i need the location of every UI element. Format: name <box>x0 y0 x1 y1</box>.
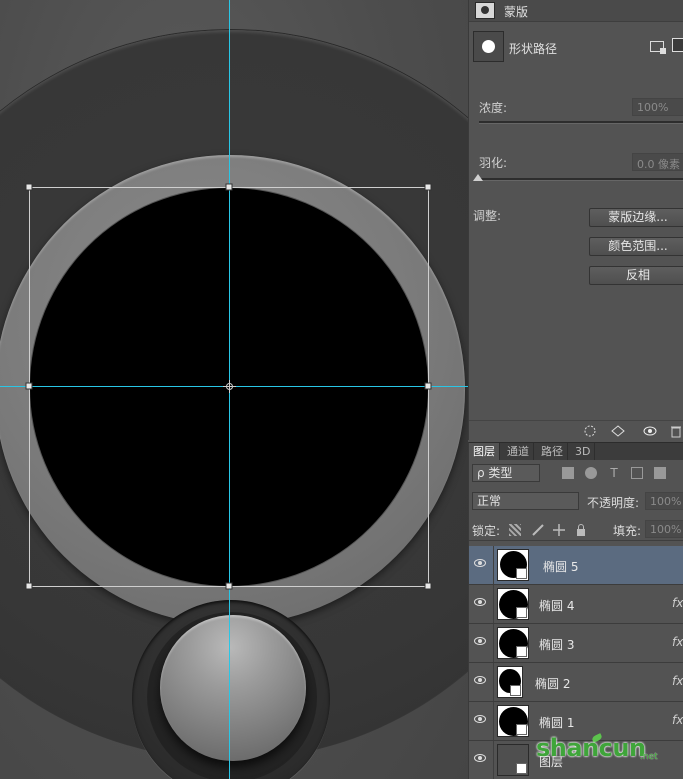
layer-thumbnail <box>497 666 523 698</box>
density-label: 浓度: <box>479 101 508 115</box>
transform-handle <box>424 183 432 191</box>
transform-handle <box>424 582 432 590</box>
eye-icon[interactable] <box>474 715 486 723</box>
color-range-button[interactable]: 颜色范围... <box>589 237 683 256</box>
mask-edge-button[interactable]: 蒙版边缘... <box>589 208 683 227</box>
layer-filter-row: ρ 类型 T <box>469 463 683 485</box>
layers-tabbar: 图层 通道 路径 3D <box>469 443 683 460</box>
transform-handle <box>225 582 233 590</box>
layer-row[interactable]: 椭圆 3 fx <box>469 624 683 663</box>
shape-filter-icon[interactable] <box>631 467 643 479</box>
adjust-label: 调整: <box>473 209 502 223</box>
fill-label: 填充: <box>613 524 642 538</box>
layer-thumbnail <box>497 588 529 620</box>
density-field[interactable]: 100% <box>632 98 683 116</box>
eye-icon[interactable] <box>474 559 486 567</box>
layer-row[interactable]: 椭圆 4 fx <box>469 585 683 624</box>
fx-badge[interactable]: fx <box>672 713 683 727</box>
mask-header: 蒙版 <box>469 0 683 22</box>
layer-name: 椭圆 4 <box>539 599 575 613</box>
transform-handle <box>424 382 432 390</box>
eye-icon[interactable] <box>474 598 486 606</box>
tab-layers[interactable]: 图层 <box>469 443 500 460</box>
load-selection-icon[interactable] <box>611 424 625 438</box>
watermark-suffix: .net <box>640 752 658 762</box>
layer-name: 椭圆 5 <box>543 560 579 574</box>
transform-center-crosshair <box>223 380 236 393</box>
layer-row[interactable]: 椭圆 5 <box>469 546 683 585</box>
eye-icon[interactable] <box>474 754 486 762</box>
lock-label: 锁定: <box>472 524 501 538</box>
fx-badge[interactable]: fx <box>672 635 683 649</box>
smart-object-filter-icon[interactable] <box>654 467 666 479</box>
opacity-field[interactable]: 100% <box>645 492 683 510</box>
layer-name: 椭圆 2 <box>535 677 571 691</box>
vector-mask-icon[interactable] <box>672 38 683 52</box>
fx-badge[interactable]: fx <box>672 596 683 610</box>
shape-path-thumbnail[interactable] <box>473 31 504 62</box>
fill-field[interactable]: 100% <box>645 520 683 538</box>
trash-icon[interactable] <box>669 424 683 438</box>
density-slider[interactable] <box>479 121 683 124</box>
transform-handle <box>25 382 33 390</box>
layers-panel: 图层 通道 路径 3D ρ 类型 T 正常 不透明度: 100% 锁定: 填充:… <box>468 442 683 779</box>
feather-slider[interactable] <box>479 178 683 181</box>
feather-field[interactable]: 0.0 像素 <box>632 153 683 171</box>
layer-name: 椭圆 3 <box>539 638 575 652</box>
visibility-icon[interactable] <box>643 424 657 438</box>
tab-3d[interactable]: 3D <box>571 443 596 460</box>
blend-row: 正常 不透明度: 100% <box>469 491 683 513</box>
feather-label: 羽化: <box>479 156 508 170</box>
layer-name: 椭圆 1 <box>539 716 575 730</box>
selection-icon[interactable] <box>583 424 597 438</box>
opacity-label: 不透明度: <box>587 496 640 510</box>
brush-icon[interactable] <box>532 524 544 536</box>
mask-title: 蒙版 <box>504 5 529 19</box>
move-icon[interactable] <box>553 524 565 536</box>
layer-thumbnail <box>497 627 529 659</box>
guides-overlay <box>0 0 468 779</box>
watermark-logo: shancun <box>536 734 646 762</box>
feather-slider-handle[interactable] <box>473 174 483 181</box>
blend-mode-select[interactable]: 正常 <box>472 492 579 510</box>
transform-handle <box>225 183 233 191</box>
layer-thumbnail <box>497 549 529 581</box>
lock-row: 锁定: 填充: 100% <box>469 519 683 541</box>
layer-row[interactable]: 椭圆 2 fx <box>469 663 683 702</box>
fx-badge[interactable]: fx <box>672 674 683 688</box>
transform-handle <box>25 183 33 191</box>
eye-icon[interactable] <box>474 637 486 645</box>
eye-icon[interactable] <box>474 676 486 684</box>
add-mask-icon[interactable] <box>650 41 666 54</box>
shape-path-label: 形状路径 <box>509 42 558 56</box>
lock-pixels-icon[interactable] <box>509 524 521 536</box>
transform-handle <box>25 582 33 590</box>
invert-button[interactable]: 反相 <box>589 266 683 285</box>
shape-path-row: 形状路径 <box>469 28 683 68</box>
layer-thumbnail <box>497 744 529 776</box>
mask-icon[interactable] <box>475 2 495 19</box>
adjustment-filter-icon[interactable] <box>585 467 597 479</box>
image-filter-icon[interactable] <box>562 467 574 479</box>
filter-kind-select[interactable]: ρ 类型 <box>472 464 540 482</box>
lock-icon[interactable] <box>575 524 587 536</box>
layer-thumbnail <box>497 705 529 737</box>
tab-paths[interactable]: 路径 <box>537 443 568 460</box>
text-filter-icon[interactable]: T <box>608 467 620 479</box>
tab-channels[interactable]: 通道 <box>503 443 534 460</box>
document-canvas[interactable] <box>0 0 468 779</box>
properties-footer <box>469 420 683 440</box>
properties-panel: 蒙版 形状路径 浓度: 100% 羽化: 0.0 像素 调整: 蒙版边缘... … <box>468 0 683 440</box>
